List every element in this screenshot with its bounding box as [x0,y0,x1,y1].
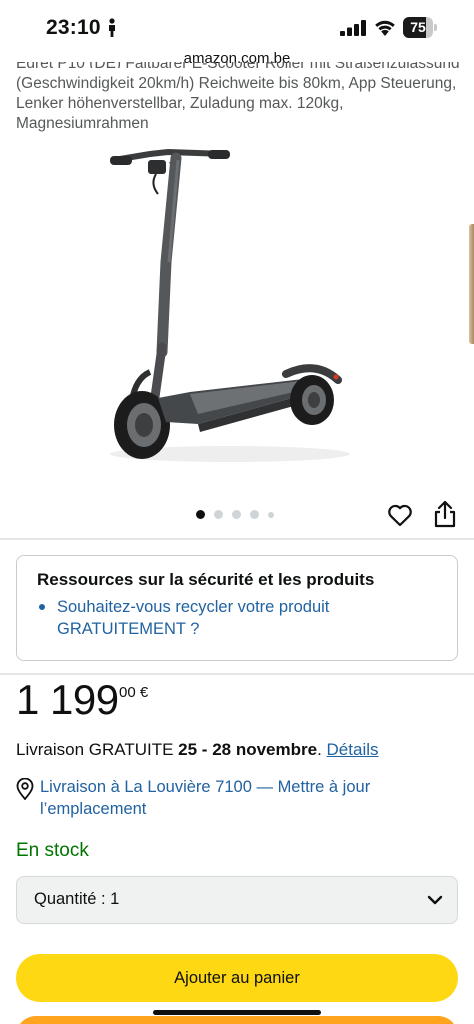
stock-status: En stock [16,840,89,861]
recycle-link-line1: Souhaitez-vous recycler votre produit [57,598,330,616]
delivery-details-link[interactable]: Détails [327,740,379,759]
delivery-separator: . [317,740,327,759]
heart-icon[interactable] [387,503,413,527]
signal-icon [340,20,366,36]
product-title-line: Lenker höhenverstellbar, Zuladung max. 1… [16,95,344,112]
chevron-down-icon [427,895,443,905]
location-line2: l’emplacement [40,800,147,818]
price: 1 199 00 € [16,676,148,726]
divider [0,538,474,540]
status-bar: 23:10 75 [0,0,474,50]
delivery-info: Livraison GRATUITE 25 - 28 novembre. Dét… [16,740,379,760]
product-image [110,148,350,462]
home-indicator [153,1010,321,1015]
product-image-carousel[interactable] [0,140,474,500]
battery-level: 75 [410,19,426,35]
buy-now-button[interactable] [16,1016,458,1024]
location-pin-icon [16,778,34,800]
recycle-link[interactable]: Souhaitez-vous recycler votre produit GR… [37,596,437,640]
carousel-dot[interactable] [196,510,205,519]
quantity-select[interactable]: Quantité : 1 [16,876,458,924]
carousel-dot[interactable] [214,510,223,519]
safety-title: Ressources sur la sécurité et les produi… [37,570,375,589]
carousel-dot[interactable] [268,511,274,518]
recycle-link-line2: GRATUITEMENT ? [57,620,200,638]
safety-resources-card: Ressources sur la sécurité et les produi… [16,555,458,661]
person-icon [109,18,115,37]
battery-icon: 75 [403,17,437,38]
bullet-icon [39,604,45,610]
delivery-dates: 25 - 28 novembre [178,740,318,759]
divider [0,673,474,675]
location-link[interactable]: Livraison à La Louvière 7100 — Mettre à … [40,776,450,820]
product-title-line: (Geschwindigkeit 20km/h) Reichweite bis … [16,75,457,92]
status-time: 23:10 [46,16,101,39]
carousel-dot[interactable] [250,510,259,519]
product-title-line: Magnesiumrahmen [16,115,149,132]
share-icon[interactable] [433,500,457,528]
delivery-location[interactable]: Livraison à La Louvière 7100 — Mettre à … [16,776,464,822]
quantity-label: Quantité : 1 [34,890,120,908]
wifi-icon [375,20,395,36]
carousel-dots [196,510,274,519]
delivery-prefix: Livraison GRATUITE [16,740,179,759]
location-line1: Livraison à La Louvière 7100 — Mettre à … [40,778,371,796]
price-fraction: 00 € [119,684,149,701]
price-whole: 1 199 [16,676,119,723]
carousel-dot[interactable] [232,510,241,519]
next-image-peek [469,224,474,344]
add-to-cart-button[interactable]: Ajouter au panier [16,954,458,1002]
